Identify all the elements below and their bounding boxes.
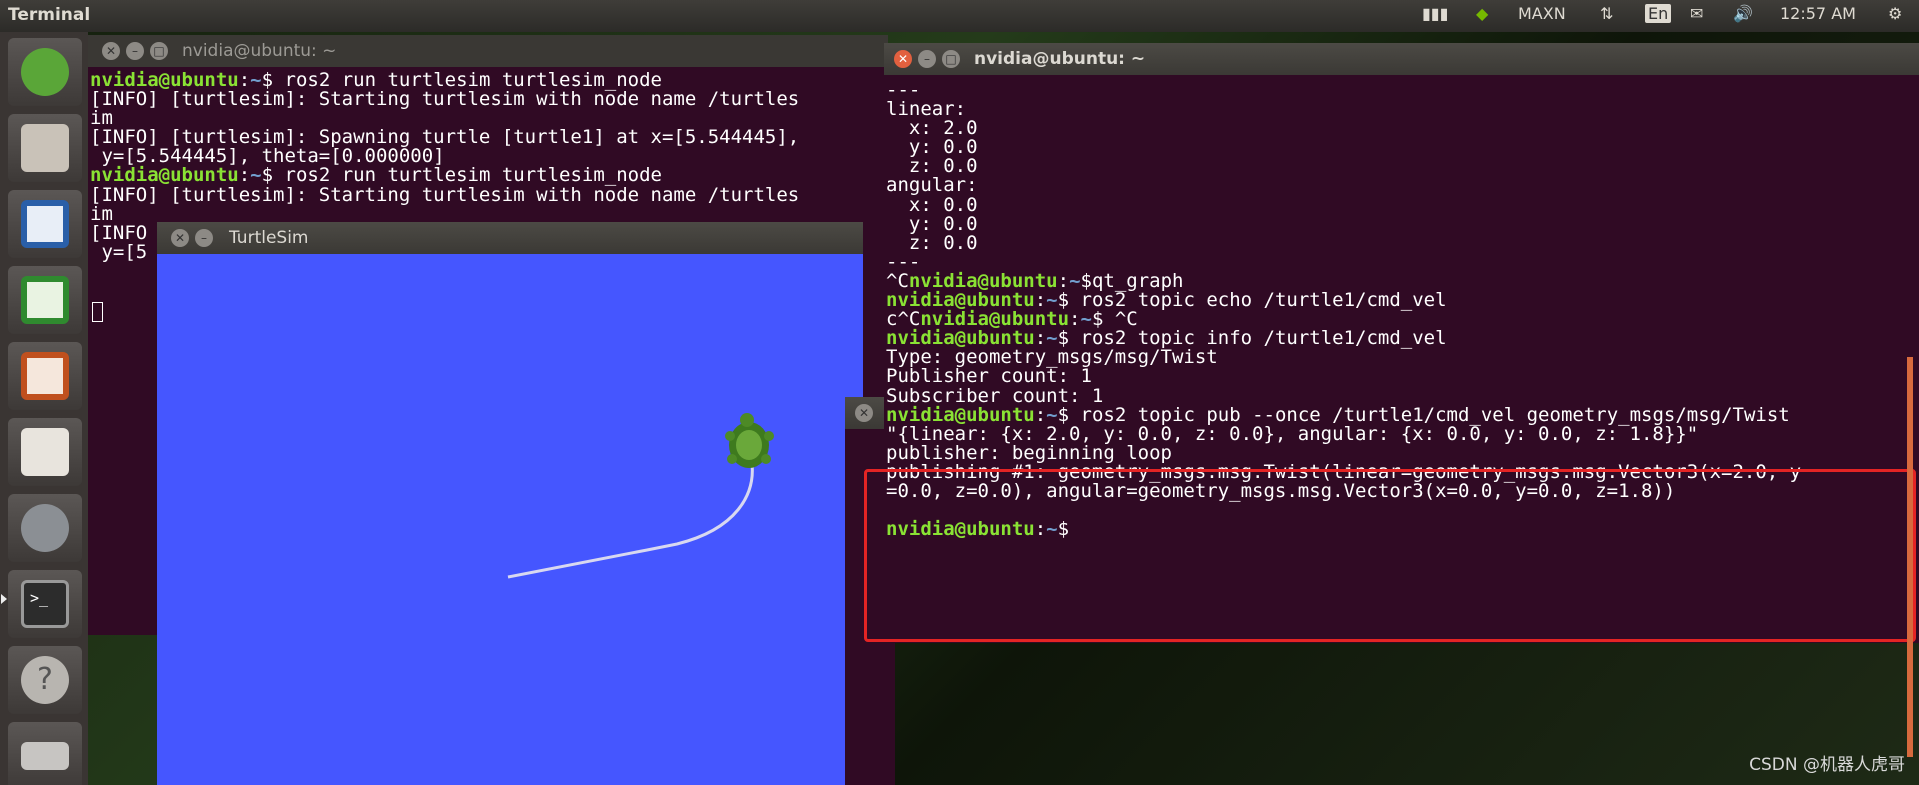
close-icon[interactable]: ✕ — [894, 50, 912, 68]
terminal-line: --- — [886, 251, 1919, 273]
turtlesim-title: TurtleSim — [229, 228, 309, 248]
terminal-line: linear: — [886, 98, 1919, 120]
calc-icon[interactable] — [8, 266, 82, 334]
terminal-line: y: 0.0 — [886, 136, 1919, 158]
terminal-line: y: 0.0 — [886, 213, 1919, 235]
scrollbar[interactable] — [1907, 357, 1913, 757]
terminal-1-title: nvidia@ubuntu: ~ — [182, 41, 337, 61]
terminal-line: nvidia@ubuntu:~$ ros2 topic info /turtle… — [886, 327, 1919, 349]
terminal-line: --- — [886, 79, 1919, 101]
terminal-line: z: 0.0 — [886, 155, 1919, 177]
terminal-line: Publisher count: 1 — [886, 365, 1919, 387]
minimize-icon[interactable]: – — [195, 229, 213, 247]
top-panel: Terminal ▮▮▮ ◆ MAXN ⇅ En ✉ 🔊 12:57 AM ⚙ — [0, 0, 1919, 32]
terminal-2-title: nvidia@ubuntu: ~ — [974, 49, 1146, 69]
network-icon[interactable]: ▮▮▮ — [1422, 4, 1448, 23]
drive-icon[interactable] — [8, 722, 82, 785]
terminal-line: angular: — [886, 174, 1919, 196]
clock[interactable]: 12:57 AM — [1780, 4, 1856, 23]
ubuntu-logo-icon[interactable] — [8, 38, 82, 106]
turtlesim-window[interactable]: ✕ – TurtleSim — [157, 222, 863, 785]
settings-icon[interactable] — [8, 494, 82, 562]
minimize-icon[interactable]: – — [126, 42, 144, 60]
terminal-line: nvidia@ubuntu:~$ ros2 topic echo /turtle… — [886, 289, 1919, 311]
writer-icon[interactable] — [8, 190, 82, 258]
maximize-icon[interactable]: □ — [942, 50, 960, 68]
terminal-line: ^Cnvidia@ubuntu:~$qt_graph — [886, 270, 1919, 292]
impress-icon[interactable] — [8, 342, 82, 410]
transfer-icon[interactable]: ⇅ — [1600, 4, 1613, 23]
line-text: [INFO] [turtlesim]: Starting turtlesim w… — [90, 88, 800, 111]
highlight-box — [864, 469, 1916, 642]
terminal-2-output[interactable]: --- linear: x: 2.0 y: 0.0 z: 0.0 angular: … — [884, 75, 1919, 540]
terminal-line: Subscriber count: 1 — [886, 385, 1919, 407]
close-icon[interactable]: ✕ — [171, 229, 189, 247]
help-icon[interactable]: ? — [8, 646, 82, 714]
turtlesim-canvas — [507, 413, 774, 579]
software-center-icon[interactable] — [8, 418, 82, 486]
terminal-2-titlebar[interactable]: ✕ – □ nvidia@ubuntu: ~ — [884, 43, 1919, 75]
terminal-line: nvidia@ubuntu:~$ ros2 topic pub --once /… — [886, 404, 1919, 426]
terminal-line: x: 2.0 — [886, 117, 1919, 139]
close-icon[interactable]: ✕ — [102, 42, 120, 60]
gear-icon[interactable]: ⚙ — [1888, 4, 1902, 23]
files-icon[interactable] — [8, 114, 82, 182]
turtle-trail — [507, 463, 754, 579]
maximize-icon[interactable]: □ — [150, 42, 168, 60]
watermark: CSDN @机器人虎哥 — [1749, 755, 1905, 775]
terminal-line: z: 0.0 — [886, 232, 1919, 254]
turtle-icon — [725, 413, 774, 468]
terminal-icon[interactable]: >_ — [8, 570, 82, 638]
terminal-line: [INFO] [turtlesim]: Starting turtlesim w… — [90, 88, 888, 111]
nvidia-icon[interactable]: ◆ — [1476, 4, 1488, 23]
launcher: >_ ? — [0, 32, 88, 785]
minimize-icon[interactable]: – — [918, 50, 936, 68]
text-cursor — [92, 301, 103, 322]
terminal-1-titlebar[interactable]: ✕ – □ nvidia@ubuntu: ~ — [88, 35, 888, 67]
terminal-line: [INFO] [turtlesim]: Starting turtlesim w… — [90, 183, 888, 206]
line-text: [INFO] [turtlesim]: Starting turtlesim w… — [90, 183, 800, 206]
terminal-line: x: 0.0 — [886, 194, 1919, 216]
terminal-line: nvidia@ubuntu:~$ ros2 run turtlesim turt… — [90, 164, 888, 186]
keyboard-layout-indicator[interactable]: En — [1645, 4, 1672, 23]
terminal-line: nvidia@ubuntu:~$ ros2 run turtlesim turt… — [90, 69, 888, 91]
mail-icon[interactable]: ✉ — [1690, 4, 1703, 23]
close-icon[interactable]: ✕ — [855, 404, 873, 422]
active-app-name: Terminal — [8, 5, 91, 25]
line-text: y=[5 — [90, 240, 148, 263]
power-mode-label[interactable]: MAXN — [1518, 4, 1566, 23]
volume-icon[interactable]: 🔊 — [1733, 4, 1753, 23]
turtlesim-titlebar[interactable]: ✕ – TurtleSim — [157, 222, 863, 254]
terminal-line: [INFO] [turtlesim]: Spawning turtle [tur… — [90, 126, 888, 148]
